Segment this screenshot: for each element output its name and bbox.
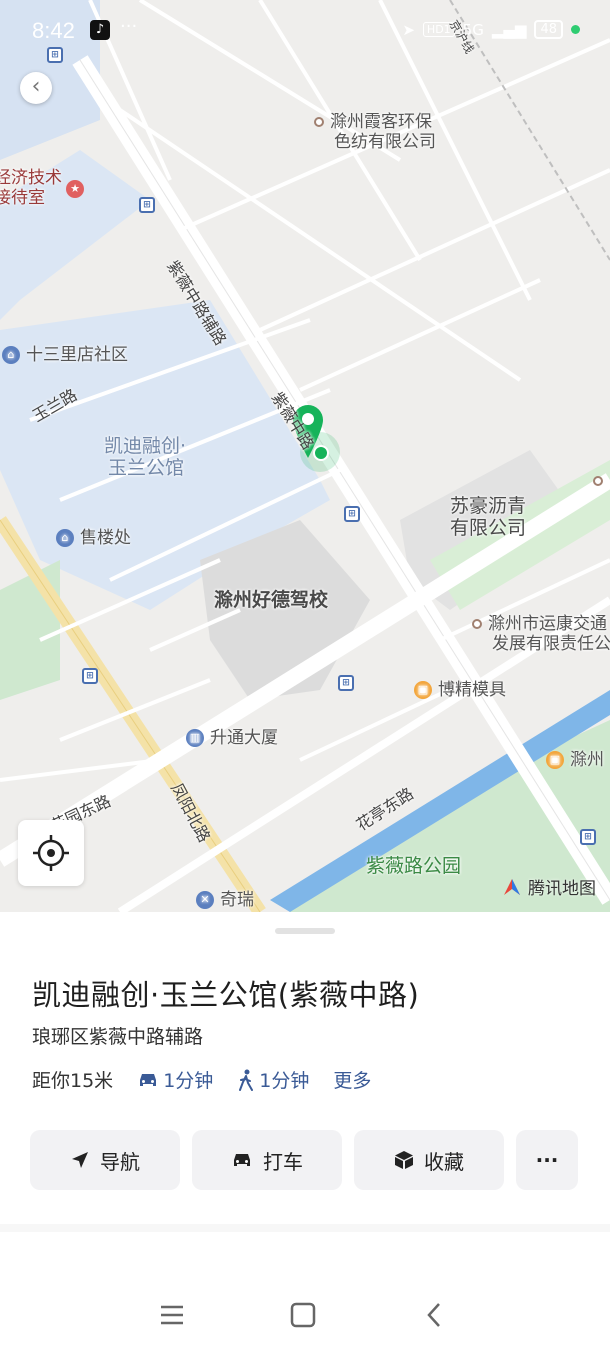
home-icon: ⌂ (56, 529, 74, 547)
poi-ziwei-park[interactable]: 紫薇路公园 (366, 856, 461, 876)
building-icon: ▥ (186, 729, 204, 747)
menu-icon[interactable] (157, 1300, 187, 1330)
favorite-label: 收藏 (424, 1149, 464, 1174)
tencent-map-logo-icon (504, 878, 520, 895)
poi-community[interactable]: ⌂ 十三里店社区 (2, 345, 128, 365)
poi-shengtong[interactable]: ▥ 升通大厦 (186, 728, 278, 748)
bus-stop-icon[interactable]: ⊞ (82, 668, 98, 684)
bus-stop-icon[interactable]: ⊞ (47, 47, 63, 63)
poi-factory-a-line2: 色纺有限公司 (334, 132, 436, 152)
tiktok-icon: ♪ (90, 20, 110, 40)
poi-tech-reception-line2: 接待室 (0, 188, 45, 208)
shop-icon: ▣ (546, 751, 564, 769)
walk-time-text: 1分钟 (259, 1070, 310, 1092)
poi-chuzhou-right[interactable]: ▣ 滁州 (546, 750, 604, 770)
estate-label[interactable]: 凯迪融创· (104, 436, 186, 456)
navigation-arrow-icon (72, 1152, 88, 1168)
place-meta: 距你15米 1分钟 1分钟 更多 (32, 1066, 395, 1093)
taxi-button[interactable]: 打车 (192, 1130, 342, 1190)
more-options-link[interactable]: 更多 (333, 1066, 371, 1093)
poi-tech-reception[interactable]: 经济技术 (0, 168, 62, 188)
status-time: 8:42 (32, 18, 75, 43)
drive-time-text: 1分钟 (163, 1070, 214, 1092)
map-logo-text: 腾讯地图 (528, 879, 596, 899)
more-actions-button[interactable]: ··· (516, 1130, 578, 1190)
location-arrow-icon: ➤ (402, 20, 415, 39)
taxi-icon (234, 1154, 250, 1166)
drag-handle[interactable] (275, 928, 335, 934)
place-title: 凯迪融创·玉兰公馆(紫薇中路) (32, 978, 420, 1012)
bus-stop-icon[interactable]: ⊞ (338, 675, 354, 691)
status-more: ··· (120, 16, 138, 37)
map-logo: 腾讯地图 (502, 874, 596, 899)
drive-time-link[interactable]: 1分钟 (137, 1066, 213, 1093)
estate-label-line2: 玉兰公馆 (108, 457, 185, 479)
poi-driving-school[interactable]: 滁州好德驾校 (214, 590, 328, 610)
home-square-icon[interactable] (288, 1300, 318, 1330)
back-button[interactable]: ‹ (20, 72, 52, 104)
status-icons: ➤ HD1 5G ▂▄▆ 48 (402, 20, 580, 39)
star-icon: ★ (66, 180, 84, 198)
poi-factory-a[interactable]: 滁州霞客环保 (314, 112, 432, 132)
bus-stop-icon[interactable]: ⊞ (580, 829, 596, 845)
status-bar: 8:42 ♪ ··· ➤ HD1 5G ▂▄▆ 48 (0, 0, 610, 62)
system-nav-bar (0, 1280, 610, 1356)
poi-yunkang-line2: 发展有限责任公 (492, 634, 610, 654)
back-chevron-icon[interactable] (420, 1300, 450, 1330)
poi-suhao[interactable]: 苏豪沥青 (450, 496, 526, 516)
battery-level: 48 (534, 20, 563, 39)
signal-bars-icon: ▂▄▆ (491, 20, 527, 39)
home-icon: ⌂ (2, 346, 20, 364)
box-icon (395, 1151, 413, 1169)
poi-dot-icon (472, 619, 482, 629)
navigate-label: 导航 (100, 1149, 140, 1174)
taxi-label: 打车 (263, 1149, 303, 1174)
bus-stop-icon[interactable]: ⊞ (344, 506, 360, 522)
poi-dot-icon (593, 476, 603, 486)
poi-yunkang[interactable]: 滁州市运康交通 (472, 614, 607, 634)
crosshair-icon (33, 835, 69, 871)
walk-time-link[interactable]: 1分钟 (237, 1066, 309, 1093)
poi-suhao-line2: 有限公司 (450, 517, 527, 539)
map-view[interactable]: 8:42 ♪ ··· ➤ HD1 5G ▂▄▆ 48 ‹ ⊞ ⊞ ⊞ ⊞ ⊞ ⊞… (0, 0, 610, 912)
poi-qirui[interactable]: ✕ 奇瑞 (196, 890, 254, 910)
favorite-button[interactable]: 收藏 (354, 1130, 504, 1190)
poi-bojing[interactable]: ▣ 博精模具 (414, 680, 506, 700)
bus-stop-icon[interactable]: ⊞ (139, 197, 155, 213)
action-buttons: 导航 打车 收藏 ··· (30, 1130, 578, 1190)
place-address: 琅琊区紫薇中路辅路 (32, 1026, 204, 1048)
sheet-divider (0, 1224, 610, 1232)
privacy-dot-icon (571, 25, 580, 34)
walk-icon (239, 1069, 254, 1091)
poi-dot-icon (314, 117, 324, 127)
shop-icon: ▣ (414, 681, 432, 699)
navigate-button[interactable]: 导航 (30, 1130, 180, 1190)
tool-icon: ✕ (196, 891, 214, 909)
locate-me-button[interactable] (18, 820, 84, 886)
poi-sales-office[interactable]: ⌂ 售楼处 (56, 528, 131, 548)
distance-label: 距你15米 (32, 1070, 114, 1092)
car-icon (140, 1073, 157, 1086)
map-canvas (0, 0, 610, 912)
